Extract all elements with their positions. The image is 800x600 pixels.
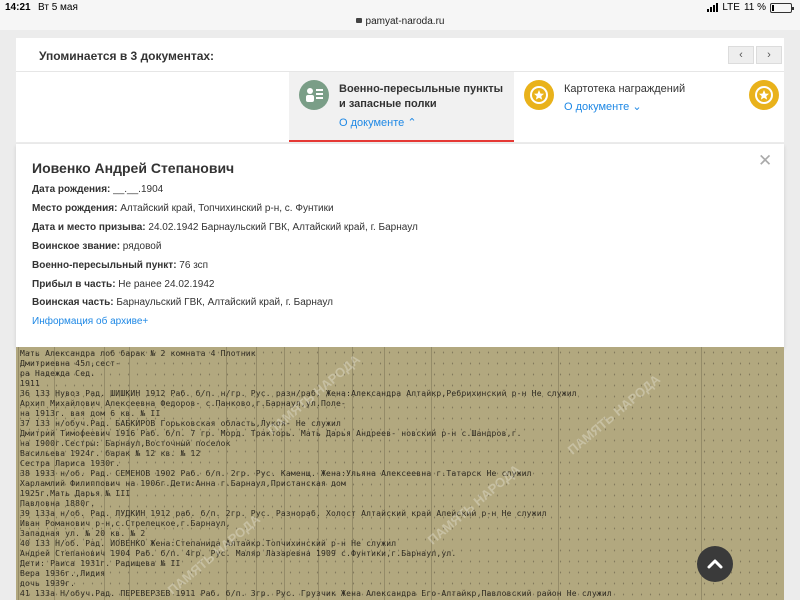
archive-document-scan[interactable]: Мать Александра лоб барак № 2 комната 4 … — [16, 347, 784, 600]
chevron-up-icon: ⌃ — [407, 117, 417, 129]
tab-third-document[interactable] — [739, 72, 784, 142]
scroll-to-top-button[interactable] — [697, 546, 733, 582]
chevron-up-icon — [707, 559, 723, 569]
conscription-field: Дата и место призыва: 24.02.1942 Барнаул… — [32, 222, 418, 233]
scan-text-line: 1911 — [20, 379, 41, 388]
scan-text-line: Павловна 1880г. — [20, 499, 96, 508]
scan-text-line: Сестра Лариса 1930г. — [20, 459, 121, 468]
scan-text-line: Андрей Степанович 1904 Раб. б/п. 4гр. Ру… — [20, 549, 457, 558]
scan-text-line: 38 1933 н/об. Рад. СЕМЕНОВ 1902 Раб. б/п… — [20, 469, 532, 478]
prev-document-button[interactable]: ‹ — [728, 46, 754, 64]
url-bar[interactable]: pamyat-naroda.ru — [0, 16, 800, 30]
chevron-down-icon: ⌄ — [632, 101, 642, 113]
next-document-button[interactable]: › — [756, 46, 782, 64]
rank-field: Воинское звание: рядовой — [32, 241, 162, 252]
scan-text-line: 40 133 Н/об. Рад. ИОВЕНКО Жена:Степанида… — [20, 539, 397, 548]
tab-military-transit[interactable]: Военно-пересыльные пункты и запасные пол… — [289, 72, 514, 142]
status-bar: 14:21 Вт 5 мая LTE 11 % — [0, 0, 800, 16]
award-icon — [749, 80, 779, 110]
scan-text-line: Вера 1936г.,Лидия — [20, 569, 106, 578]
people-list-icon — [299, 80, 329, 110]
transit-point-field: Военно-пересыльный пункт: 76 зсп — [32, 260, 209, 271]
scan-text-line: Иван Романович р-н,с.Стрелецкое,г.Барнау… — [20, 519, 231, 528]
tab-awards-cards[interactable]: Картотека награждений О документе ⌄ — [514, 72, 739, 142]
tab-title: Военно-пересыльные пункты и запасные пол… — [339, 83, 504, 110]
archive-info-link[interactable]: Информация об архиве+ — [32, 316, 148, 327]
about-document-link[interactable]: О документе ⌄ — [564, 100, 642, 113]
scan-text-line: Западная ул. № 20 кв. № 2 — [20, 529, 146, 538]
battery-label: 11 % — [743, 2, 766, 13]
battery-icon — [770, 2, 794, 13]
scan-text-line: ра Надежда Сед. — [20, 369, 96, 378]
scan-text-line: Мать Александра лоб барак № 2 комната 4 … — [20, 349, 256, 358]
birth-date-field: Дата рождения: __.__.1904 — [32, 184, 164, 195]
url-text: pamyat-naroda.ru — [365, 16, 445, 27]
lock-icon — [355, 18, 362, 23]
scan-text-line: Дети: Раиса 1931г. Радищева № II — [20, 559, 181, 568]
award-icon — [524, 80, 554, 110]
scan-text-line: Дмитриевна 45л,сест- — [20, 359, 121, 368]
battery-level-fill — [772, 4, 774, 11]
scan-text-line: Васильева 1924г. барак № 12 кв. № 12 — [20, 449, 201, 458]
status-right: LTE 11 % — [707, 2, 794, 13]
documents-header: Упоминается в 3 документах: ‹ › — [16, 38, 784, 72]
person-info-card: ✕ Иовенко Андрей Степанович Дата рождени… — [16, 144, 784, 347]
scan-text-line: на 1900г.Сестры: Барнаул,Восточный посел… — [20, 439, 231, 448]
scan-text-line: 1925г.Мать Дарья № III — [20, 489, 131, 498]
status-time: 14:21 — [5, 2, 31, 13]
birth-place-field: Место рождения: Алтайский край, Топчихин… — [32, 203, 334, 214]
scan-text-line: дочь 1939г. — [20, 579, 76, 588]
scan-text-line: 41 133а Н/обуч.Рад. ПЕРЕВЕРЗЕВ 1911 Раб.… — [20, 589, 612, 598]
tab-title: Картотека награждений — [564, 83, 686, 95]
document-tabs: Военно-пересыльные пункты и запасные пол… — [16, 72, 784, 142]
documents-count-title: Упоминается в 3 документах: — [39, 49, 215, 63]
status-date: Вт 5 мая — [38, 2, 78, 13]
close-icon[interactable]: ✕ — [758, 152, 772, 169]
military-unit-field: Воинская часть: Барнаульский ГВК, Алтайс… — [32, 297, 333, 308]
person-name: Иовенко Андрей Степанович — [32, 160, 235, 176]
scan-text-line: Харламлий Филиппович на 1906г.Дети:Анна … — [20, 479, 347, 488]
arrival-field: Прибыл в часть: Не ранее 24.02.1942 — [32, 279, 215, 290]
about-document-link[interactable]: О документе ⌃ — [339, 116, 417, 129]
scan-text-line: на 1913г. вая дом 6 кв. № II — [20, 409, 161, 418]
signal-icon — [707, 3, 719, 12]
network-label: LTE — [722, 2, 740, 13]
